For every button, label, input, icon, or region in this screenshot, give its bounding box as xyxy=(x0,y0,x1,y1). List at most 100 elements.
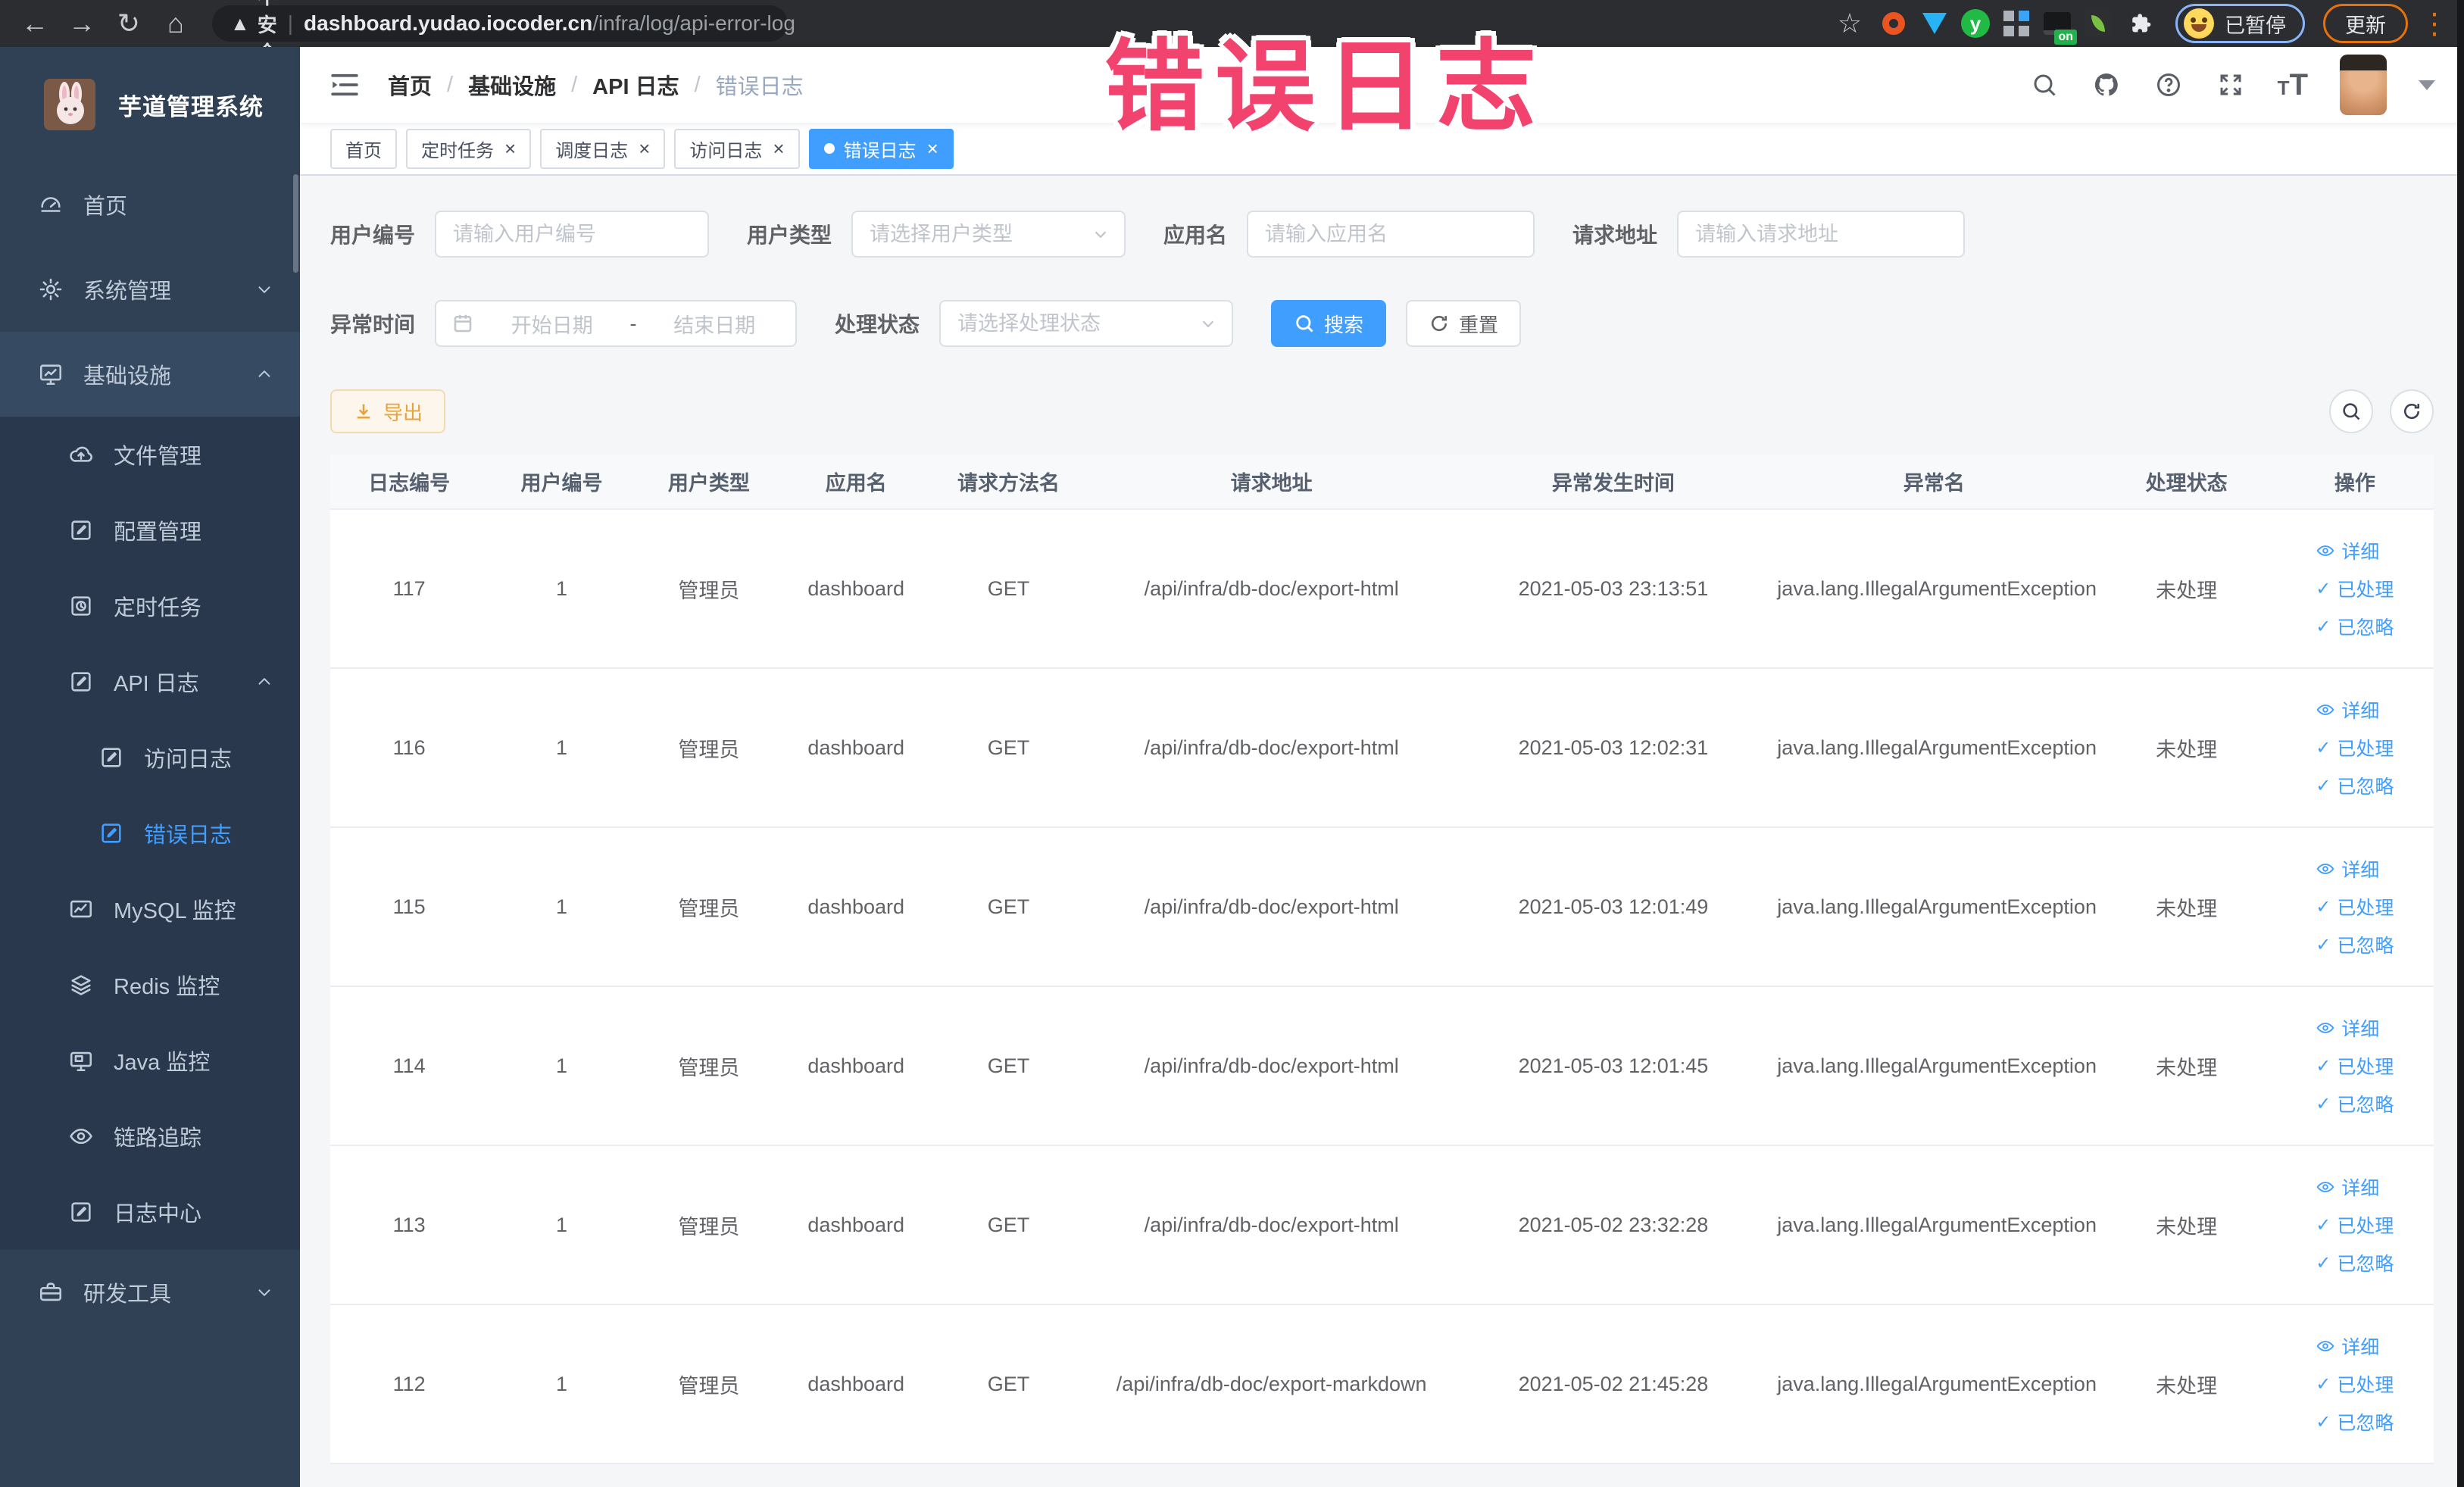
refresh-table-button[interactable] xyxy=(2390,389,2434,433)
column-header: 应用名 xyxy=(782,455,930,510)
action-已忽略[interactable]: ✓ 已忽略 xyxy=(2316,772,2394,799)
forward-icon[interactable]: → xyxy=(62,4,101,43)
tab-label: 访问日志 xyxy=(689,140,763,161)
action-已忽略[interactable]: ✓ 已忽略 xyxy=(2316,1249,2394,1276)
sidebar-item-system-management[interactable]: 系统管理 xyxy=(0,247,300,332)
action-已处理[interactable]: ✓ 已处理 xyxy=(2316,1370,2394,1398)
extension-grid-icon[interactable] xyxy=(2000,7,2033,40)
extension-leaf-icon[interactable] xyxy=(2081,7,2115,40)
fullscreen-icon[interactable] xyxy=(2216,70,2246,100)
sidebar-item-mysql-monitor[interactable]: MySQL 监控 xyxy=(0,871,300,947)
cell-user_type: 管理员 xyxy=(635,827,783,987)
cell-app: dashboard xyxy=(782,1304,930,1464)
action-详细[interactable]: 详细 xyxy=(2316,696,2379,723)
address-bar[interactable]: ▲不安全 | dashboard.yudao.iocoder.cn/infra/… xyxy=(212,0,795,64)
action-已忽略[interactable]: ✓ 已忽略 xyxy=(2316,931,2394,958)
tab-调度日志[interactable]: 调度日志 × xyxy=(540,128,666,169)
help-icon[interactable] xyxy=(2153,70,2184,100)
close-icon[interactable]: × xyxy=(773,139,784,158)
action-已忽略[interactable]: ✓ 已忽略 xyxy=(2316,1408,2394,1435)
column-header: 异常发生时间 xyxy=(1455,455,1772,510)
action-已处理[interactable]: ✓ 已处理 xyxy=(2316,1052,2394,1079)
action-已忽略[interactable]: ✓ 已忽略 xyxy=(2316,613,2394,640)
sidebar-item-trace[interactable]: 链路追踪 xyxy=(0,1098,300,1174)
sidebar-item-scheduled-tasks[interactable]: 定时任务 xyxy=(0,568,300,644)
user-type-select[interactable] xyxy=(851,211,1126,258)
sidebar-item-dev-tools[interactable]: 研发工具 xyxy=(0,1250,300,1335)
export-button[interactable]: 导出 xyxy=(330,389,446,433)
tab-错误日志[interactable]: 错误日志 × xyxy=(808,128,954,169)
cell-app: dashboard xyxy=(782,668,930,828)
sidebar-item-api-logs[interactable]: API 日志 xyxy=(0,644,300,720)
cell-user_id: 1 xyxy=(488,509,636,669)
app-logo-row[interactable]: 芋道管理系统 xyxy=(0,47,300,162)
request-url-label: 请求地址 xyxy=(1572,223,1658,247)
extension-ubuntu-icon[interactable] xyxy=(1877,7,1910,40)
sidebar-item-java-monitor[interactable]: Java 监控 xyxy=(0,1023,300,1098)
close-icon[interactable]: × xyxy=(927,139,938,158)
reload-icon[interactable]: ↻ xyxy=(109,4,148,43)
sidebar-item-redis-monitor[interactable]: Redis 监控 xyxy=(0,947,300,1023)
update-button[interactable]: 更新 xyxy=(2323,4,2408,43)
eye-icon xyxy=(2316,541,2335,561)
tab-访问日志[interactable]: 访问日志 × xyxy=(674,128,800,169)
breadcrumb-item[interactable]: 基础设施 xyxy=(468,69,556,101)
browser-menu-icon[interactable]: ⋮ xyxy=(2420,7,2449,41)
action-详细[interactable]: 详细 xyxy=(2316,1014,2379,1042)
sidebar-item-log-center[interactable]: 日志中心 xyxy=(0,1174,300,1250)
action-详细[interactable]: 详细 xyxy=(2316,1173,2379,1201)
exception-time-range-picker[interactable]: 开始日期 - 结束日期 xyxy=(435,300,798,347)
reset-button[interactable]: 重置 xyxy=(1406,300,1522,347)
user-avatar[interactable] xyxy=(2340,55,2387,115)
sidebar-item-error-log[interactable]: 错误日志 xyxy=(0,795,300,871)
breadcrumb-item[interactable]: API 日志 xyxy=(592,69,679,101)
close-icon[interactable]: × xyxy=(639,139,650,158)
close-icon[interactable]: × xyxy=(504,139,516,158)
back-icon[interactable]: ← xyxy=(15,4,55,43)
sidebar-item-infrastructure[interactable]: 基础设施 xyxy=(0,332,300,417)
app-name-input[interactable] xyxy=(1247,211,1535,258)
sidebar-item-file-management[interactable]: 文件管理 xyxy=(0,417,300,492)
home-icon[interactable]: ⌂ xyxy=(156,4,195,43)
sidebar-item-access-log[interactable]: 访问日志 xyxy=(0,720,300,795)
tab-定时任务[interactable]: 定时任务 × xyxy=(406,128,532,169)
hamburger-icon[interactable] xyxy=(329,69,361,101)
search-button[interactable]: 搜索 xyxy=(1271,300,1387,347)
paused-badge[interactable]: 已暂停 xyxy=(2175,4,2305,43)
cell-url: /api/infra/db-doc/export-html xyxy=(1087,668,1456,828)
github-icon[interactable] xyxy=(2091,70,2122,100)
bookmark-star-icon[interactable]: ☆ xyxy=(1830,4,1869,43)
sidebar-item-home[interactable]: 首页 xyxy=(0,162,300,247)
user-id-input[interactable] xyxy=(435,211,710,258)
request-url-input[interactable] xyxy=(1677,211,1966,258)
check-icon: ✓ xyxy=(2316,1055,2331,1076)
breadcrumb-item[interactable]: 首页 xyxy=(388,69,432,101)
action-已处理[interactable]: ✓ 已处理 xyxy=(2316,1211,2394,1239)
extensions-puzzle-icon[interactable] xyxy=(2122,4,2162,43)
action-已处理[interactable]: ✓ 已处理 xyxy=(2316,575,2394,602)
tab-首页[interactable]: 首页 xyxy=(330,128,397,169)
action-已忽略[interactable]: ✓ 已忽略 xyxy=(2316,1090,2394,1117)
check-icon: ✓ xyxy=(2316,896,2331,917)
user-caret-icon[interactable] xyxy=(2419,80,2435,90)
monitor-icon xyxy=(36,360,65,389)
log-icon xyxy=(67,1198,95,1226)
action-详细[interactable]: 详细 xyxy=(2316,537,2379,564)
action-详细[interactable]: 详细 xyxy=(2316,855,2379,883)
sidebar-item-config-management[interactable]: 配置管理 xyxy=(0,492,300,568)
action-已处理[interactable]: ✓ 已处理 xyxy=(2316,734,2394,761)
action-已处理[interactable]: ✓ 已处理 xyxy=(2316,893,2394,920)
extension-y-icon[interactable]: y xyxy=(1959,7,1992,40)
action-label: 详细 xyxy=(2341,1337,2380,1358)
extension-on-icon[interactable]: on xyxy=(2041,7,2077,45)
cell-actions: 详细 ✓ 已处理 ✓ 已忽略 xyxy=(2275,668,2434,828)
search-icon[interactable] xyxy=(2029,70,2060,100)
extension-gem-icon[interactable] xyxy=(1918,7,1951,40)
sidebar-item-label: 首页 xyxy=(83,195,128,219)
sidebar-scrollbar[interactable] xyxy=(293,174,298,273)
cell-time: 2021-05-03 23:13:51 xyxy=(1455,509,1772,669)
toggle-search-button[interactable] xyxy=(2329,389,2373,433)
process-status-select[interactable] xyxy=(939,300,1234,347)
font-size-icon[interactable]: TT xyxy=(2278,70,2308,100)
action-详细[interactable]: 详细 xyxy=(2316,1332,2379,1360)
